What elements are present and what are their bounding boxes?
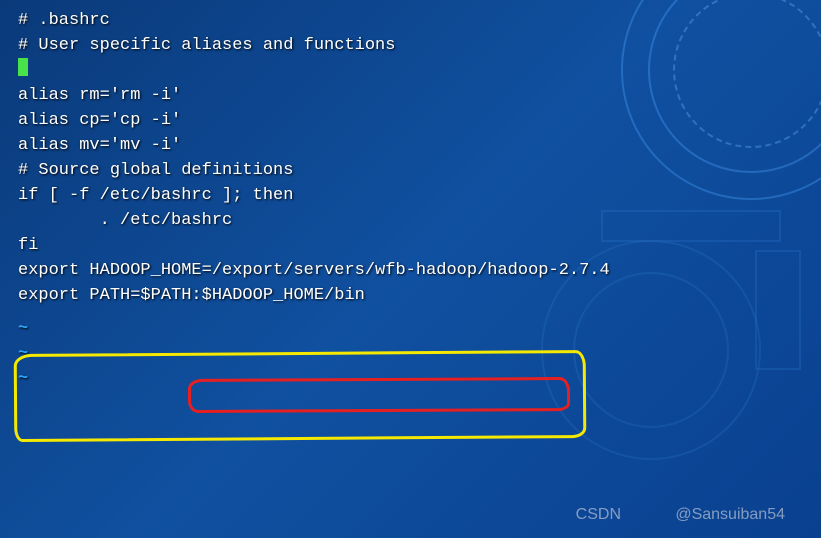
cursor: [18, 58, 28, 76]
file-line: if [ -f /etc/bashrc ]; then: [18, 183, 803, 208]
tilde-empty-line: ~: [18, 369, 28, 388]
watermark-site: CSDN: [576, 506, 621, 524]
watermark-author: @Sansuiban54: [675, 506, 785, 524]
file-line: alias cp='cp -i': [18, 108, 803, 133]
tilde-empty-line: ~: [18, 319, 28, 338]
file-line: . /etc/bashrc: [18, 208, 803, 233]
file-line: [18, 58, 803, 83]
file-line: export PATH=$PATH:$HADOOP_HOME/bin: [18, 283, 803, 308]
editor-viewport[interactable]: # .bashrc # User specific aliases and fu…: [0, 0, 821, 316]
tilde-empty-line: ~: [18, 344, 28, 363]
file-line: # User specific aliases and functions: [18, 33, 803, 58]
file-line: # Source global definitions: [18, 158, 803, 183]
file-line: # .bashrc: [18, 8, 803, 33]
file-line: fi: [18, 233, 803, 258]
file-line: alias mv='mv -i': [18, 133, 803, 158]
file-line: alias rm='rm -i': [18, 83, 803, 108]
file-line: export HADOOP_HOME=/export/servers/wfb-h…: [18, 258, 803, 283]
